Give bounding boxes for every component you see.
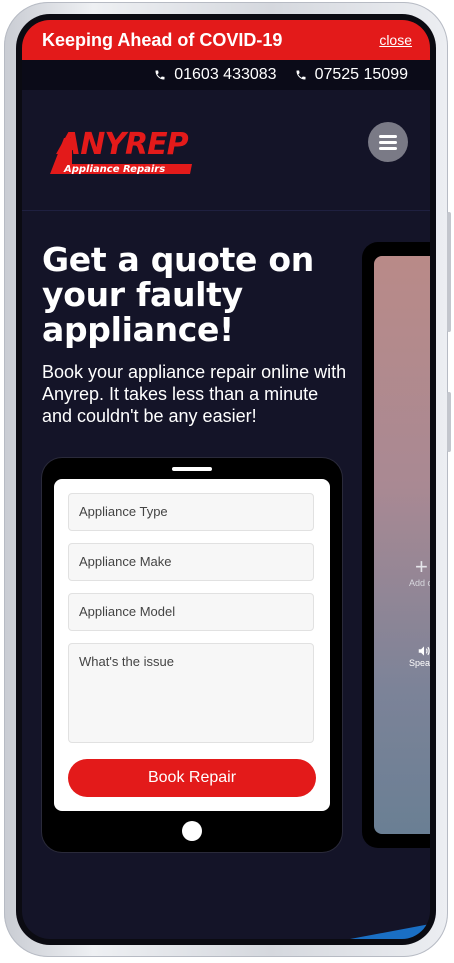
speaker-control: Speak xyxy=(409,644,430,668)
book-repair-button[interactable]: Book Repair xyxy=(68,759,316,797)
phone-number-1: 01603 433083 xyxy=(174,66,277,83)
add-call-label: Add ca xyxy=(409,578,430,588)
contact-bar: 01603 433083 07525 15099 xyxy=(22,60,430,90)
covid-banner: Keeping Ahead of COVID-19 close xyxy=(22,20,430,60)
device-bezel: Keeping Ahead of COVID-19 close 01603 43… xyxy=(16,14,436,945)
quote-form: Appliance Type Appliance Make Appliance … xyxy=(54,479,330,811)
phone-link-1[interactable]: 01603 433083 xyxy=(154,66,277,84)
covid-banner-title: Keeping Ahead of COVID-19 xyxy=(42,29,283,50)
hamburger-icon xyxy=(379,134,397,138)
site-header: ANYREP Appliance Repairs xyxy=(22,90,430,211)
hero-title: Get a quote on your faulty appliance! xyxy=(42,240,314,349)
speaker-icon xyxy=(418,646,430,656)
anyrep-logo[interactable]: ANYREP Appliance Repairs xyxy=(42,116,202,182)
add-call-control: + Add ca xyxy=(409,554,430,589)
volume-button xyxy=(447,212,451,332)
appliance-model-field[interactable]: Appliance Model xyxy=(68,593,314,631)
power-button xyxy=(447,392,451,452)
tablet-home-button xyxy=(182,821,202,841)
device-frame: Keeping Ahead of COVID-19 close 01603 43… xyxy=(4,2,451,957)
tablet-speaker xyxy=(172,467,212,471)
speaker-label: Speak xyxy=(409,658,430,668)
phone-icon xyxy=(296,70,306,80)
screen: Keeping Ahead of COVID-19 close 01603 43… xyxy=(22,20,430,939)
decorative-wedge xyxy=(350,924,430,939)
hero-section: Get a quote on your faulty appliance! Bo… xyxy=(42,242,352,427)
phone-call-screen: + Add ca Speak xyxy=(374,256,430,834)
phone-link-2[interactable]: 07525 15099 xyxy=(295,66,408,84)
phone-number-2: 07525 15099 xyxy=(314,66,408,83)
phone-mockup: + Add ca Speak xyxy=(362,242,430,848)
appliance-type-field[interactable]: Appliance Type xyxy=(68,493,314,531)
svg-text:ANYREP: ANYREP xyxy=(56,127,189,162)
plus-icon: + xyxy=(415,554,428,579)
appliance-make-field[interactable]: Appliance Make xyxy=(68,543,314,581)
svg-text:Appliance Repairs: Appliance Repairs xyxy=(63,164,165,175)
issue-textarea[interactable]: What's the issue xyxy=(68,643,314,743)
covid-close-link[interactable]: close xyxy=(379,32,412,48)
tablet-mockup: Appliance Type Appliance Make Appliance … xyxy=(42,458,342,852)
phone-icon xyxy=(155,70,165,80)
hero-subtitle: Book your appliance repair online with A… xyxy=(42,362,347,426)
menu-button[interactable] xyxy=(368,122,408,162)
